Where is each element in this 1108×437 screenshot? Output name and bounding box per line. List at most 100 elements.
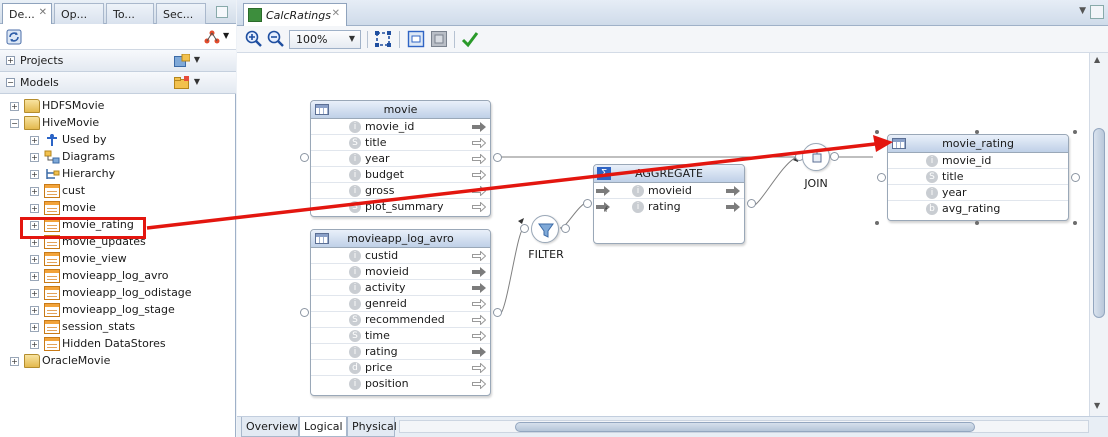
tree-item-oraclemovie[interactable]: + OracleMovie xyxy=(10,353,230,370)
tree-item-cust[interactable]: + cust xyxy=(30,183,230,200)
tab-topology[interactable]: To... xyxy=(106,3,154,24)
attribute-row[interactable]: i position xyxy=(311,376,490,392)
tree-item-movie[interactable]: + movie xyxy=(30,200,230,217)
zoom-in-icon[interactable] xyxy=(245,30,263,48)
layout-icon[interactable] xyxy=(407,30,425,48)
join-operator[interactable] xyxy=(802,143,830,171)
expand-icon[interactable]: + xyxy=(10,102,19,111)
tree-item-hdfsmovie[interactable]: + HDFSMovie xyxy=(10,98,230,115)
node-title-bar[interactable]: movieapp_log_avro xyxy=(311,230,490,248)
attribute-row[interactable]: i year xyxy=(311,151,490,167)
expand-icon[interactable]: + xyxy=(10,357,19,366)
tab-security[interactable]: Sec... xyxy=(156,3,206,24)
tree-item-movieapp-log-odistage[interactable]: + movieapp_log_odistage xyxy=(30,285,230,302)
chevron-down-icon[interactable]: ▼ xyxy=(194,77,200,86)
horizontal-scrollbar[interactable] xyxy=(399,420,1089,433)
aggregate-component[interactable]: Σ AGGREGATE i movieid f i rating xyxy=(593,164,745,244)
expand-icon[interactable]: + xyxy=(30,153,39,162)
scroll-up-icon[interactable]: ▲ xyxy=(1094,55,1100,64)
connect-navigator-icon[interactable] xyxy=(204,29,220,45)
datastore-movie-rating-target[interactable]: movie_rating i movie_id Stitle i year b avg… xyxy=(887,134,1069,221)
attribute-row[interactable]: i gross xyxy=(311,183,490,199)
input-port[interactable] xyxy=(877,173,886,182)
close-icon[interactable]: ✕ xyxy=(39,7,47,18)
refresh-icon[interactable] xyxy=(6,29,22,45)
tree-item-movieapp-log-stage[interactable]: + movieapp_log_stage xyxy=(30,302,230,319)
tab-overview[interactable]: Overview xyxy=(241,417,299,437)
models-section[interactable]: − Models ▼ xyxy=(0,72,236,94)
collapse-icon[interactable]: − xyxy=(10,119,19,128)
collapse-icon[interactable]: − xyxy=(6,78,15,87)
attribute-row[interactable]: i year xyxy=(888,185,1068,201)
attribute-row[interactable]: d price xyxy=(311,360,490,376)
node-title-bar[interactable]: movie xyxy=(311,101,490,119)
expand-icon[interactable]: + xyxy=(30,306,39,315)
maximize-icon[interactable] xyxy=(1090,5,1104,19)
expand-icon[interactable]: + xyxy=(6,56,15,65)
node-title-bar[interactable]: movie_rating xyxy=(888,135,1068,153)
expand-icon[interactable]: + xyxy=(30,170,39,179)
tab-physical[interactable]: Physical xyxy=(347,417,397,437)
attribute-row[interactable]: Stitle xyxy=(888,169,1068,185)
vertical-scrollbar[interactable]: ▲ ▼ xyxy=(1089,53,1108,416)
selection-handle[interactable] xyxy=(1073,221,1077,225)
tree-item-hivemovie[interactable]: − HiveMovie xyxy=(10,115,230,132)
zoom-out-icon[interactable] xyxy=(267,30,285,48)
fit-to-window-icon[interactable] xyxy=(374,30,392,48)
tab-calcratings[interactable]: CalcRatings ✕ xyxy=(243,3,347,26)
datastore-movie[interactable]: movie i movie_id Stitle i year i budget i gr… xyxy=(310,100,491,217)
output-port[interactable] xyxy=(1071,173,1080,182)
input-port[interactable] xyxy=(300,308,309,317)
tab-logical[interactable]: Logical xyxy=(299,417,347,437)
attribute-row[interactable]: i activity xyxy=(311,280,490,296)
attribute-row[interactable]: i budget xyxy=(311,167,490,183)
properties-icon[interactable] xyxy=(430,30,448,48)
tab-designer[interactable]: De... ✕ xyxy=(2,3,52,24)
selection-handle[interactable] xyxy=(875,130,879,134)
attribute-row[interactable]: i movie_id xyxy=(311,119,490,135)
output-port[interactable] xyxy=(830,152,839,161)
attribute-row[interactable]: Srecommended xyxy=(311,312,490,328)
projects-section[interactable]: + Projects ▼ xyxy=(0,50,236,72)
input-port[interactable] xyxy=(300,153,309,162)
output-port[interactable] xyxy=(493,308,502,317)
expand-icon[interactable]: + xyxy=(30,323,39,332)
tree-item-hierarchy[interactable]: + Hierarchy xyxy=(30,166,230,183)
tree-item-session-stats[interactable]: + session_stats xyxy=(30,319,230,336)
scrollbar-thumb[interactable] xyxy=(515,422,975,432)
selection-handle[interactable] xyxy=(975,130,979,134)
validate-check-icon[interactable] xyxy=(461,30,479,48)
output-port[interactable] xyxy=(747,199,756,208)
expand-icon[interactable]: + xyxy=(30,136,39,145)
attribute-row[interactable]: b avg_rating xyxy=(888,201,1068,217)
selection-handle[interactable] xyxy=(975,221,979,225)
scroll-down-icon[interactable]: ▼ xyxy=(1094,401,1100,410)
attribute-row[interactable]: i rating xyxy=(311,344,490,360)
attribute-row[interactable]: i movie_id xyxy=(888,153,1068,169)
output-port[interactable] xyxy=(493,153,502,162)
tree-item-hidden-datastores[interactable]: + Hidden DataStores xyxy=(30,336,230,353)
close-icon[interactable]: ✕ xyxy=(332,8,340,19)
expand-icon[interactable]: + xyxy=(30,238,39,247)
datastore-movieapp-log-avro[interactable]: movieapp_log_avro i custid i movieid i acti… xyxy=(310,229,491,396)
attribute-row[interactable]: Stime xyxy=(311,328,490,344)
chevron-down-icon[interactable]: ▼ xyxy=(1079,6,1086,16)
input-port[interactable] xyxy=(583,199,592,208)
mapping-canvas[interactable]: movie i movie_id Stitle i year i budget i gr… xyxy=(237,53,1089,416)
attribute-row[interactable]: Splot_summary xyxy=(311,199,490,215)
output-port[interactable] xyxy=(561,224,570,233)
tree-item-movieapp-log-avro[interactable]: + movieapp_log_avro xyxy=(30,268,230,285)
expand-icon[interactable]: + xyxy=(30,255,39,264)
zoom-select[interactable]: 100% ▼ xyxy=(289,30,361,49)
attribute-row[interactable]: i genreid xyxy=(311,296,490,312)
attribute-row[interactable]: i movieid xyxy=(594,183,744,199)
new-model-icon[interactable] xyxy=(174,76,190,89)
attribute-row[interactable]: i custid xyxy=(311,248,490,264)
tab-operator[interactable]: Op... xyxy=(54,3,104,24)
new-project-icon[interactable] xyxy=(174,54,190,67)
expand-icon[interactable]: + xyxy=(30,204,39,213)
scrollbar-thumb[interactable] xyxy=(1093,128,1105,318)
chevron-down-icon[interactable]: ▼ xyxy=(223,31,229,40)
expand-icon[interactable]: + xyxy=(30,187,39,196)
tree-item-movie-view[interactable]: + movie_view xyxy=(30,251,230,268)
